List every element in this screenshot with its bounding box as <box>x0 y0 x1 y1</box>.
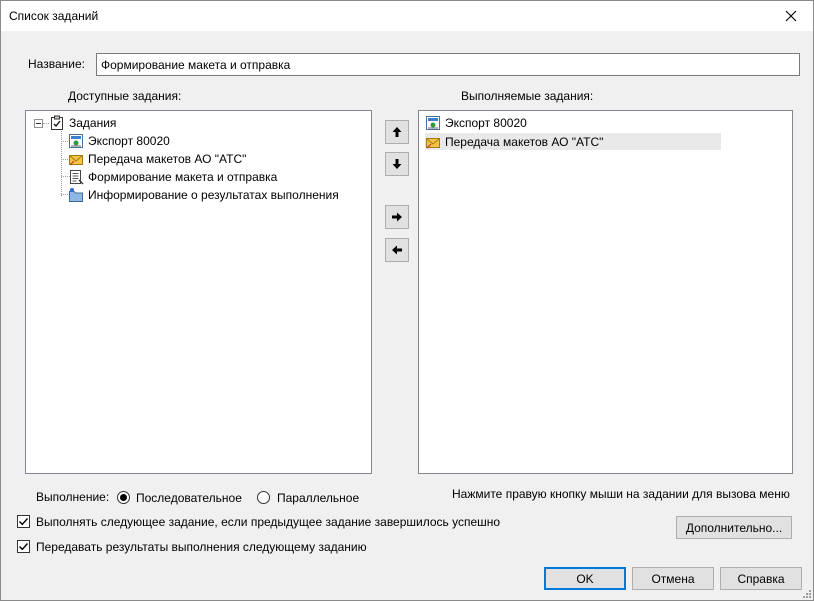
executed-tasks-label: Выполняемые задания: <box>461 89 594 103</box>
tree-item[interactable]: Формирование макета и отправка <box>68 168 279 185</box>
checklist-icon <box>51 115 63 130</box>
sequential-radio[interactable] <box>117 491 130 504</box>
pass-results-checkbox[interactable] <box>17 540 30 553</box>
tree-item[interactable]: Информирование о результатах выполнения <box>68 186 341 203</box>
tree-item[interactable]: Экспорт 80020 <box>68 132 172 149</box>
resize-grip-icon[interactable] <box>800 587 812 599</box>
move-down-button[interactable] <box>385 152 409 176</box>
tree-item-label: Формирование макета и отправка <box>88 169 278 184</box>
execution-label: Выполнение: <box>36 490 110 504</box>
ok-button[interactable]: OK <box>544 567 626 590</box>
parallel-radio[interactable] <box>257 491 270 504</box>
available-tasks-label: Доступные задания: <box>68 89 182 103</box>
name-label: Название: <box>28 57 85 71</box>
add-task-button[interactable] <box>385 205 409 229</box>
remove-task-button[interactable] <box>385 238 409 262</box>
cancel-button[interactable]: Отмена <box>632 567 714 590</box>
list-item-label: Передача макетов АО "АТС" <box>445 134 604 149</box>
minus-icon <box>36 123 41 124</box>
sequential-radio-label[interactable]: Последовательное <box>136 491 242 505</box>
tree-root-node[interactable]: Задания <box>49 114 118 131</box>
tree-line <box>61 129 62 196</box>
tree-collapse-toggle[interactable] <box>34 119 43 128</box>
tree-root-label: Задания <box>69 115 117 130</box>
tree-item-label: Информирование о результатах выполнения <box>88 187 339 202</box>
parallel-radio-label[interactable]: Параллельное <box>277 491 359 505</box>
checkmark-icon <box>19 543 29 551</box>
available-tasks-tree[interactable]: Задания Экспорт 80020 Передача макетов А… <box>25 110 372 474</box>
hint-text: Нажмите правую кнопку мыши на задании дл… <box>452 487 790 501</box>
move-up-button[interactable] <box>385 120 409 144</box>
name-input[interactable]: Формирование макета и отправка <box>96 53 800 76</box>
tree-item-label: Экспорт 80020 <box>88 133 170 148</box>
continue-on-success-checkbox[interactable] <box>17 515 30 528</box>
tree-item[interactable]: Передача макетов АО "АТС" <box>68 150 248 167</box>
list-item-label: Экспорт 80020 <box>445 115 527 130</box>
export-icon <box>69 133 83 148</box>
tree-item-label: Передача макетов АО "АТС" <box>88 151 247 166</box>
title-bar: Список заданий <box>0 0 814 32</box>
advanced-button[interactable]: Дополнительно... <box>676 516 792 539</box>
checkmark-icon <box>19 518 29 526</box>
arrow-down-icon <box>392 159 402 169</box>
envelope-icon <box>69 154 83 165</box>
close-icon <box>785 10 797 21</box>
continue-on-success-label[interactable]: Выполнять следующее задание, если предыд… <box>36 515 500 529</box>
help-button[interactable]: Справка <box>720 567 802 590</box>
executed-tasks-list[interactable]: Экспорт 80020 Передача макетов АО "АТС" <box>418 110 793 474</box>
arrow-right-icon <box>392 212 402 222</box>
arrow-up-icon <box>392 127 402 137</box>
arrow-left-icon <box>392 245 402 255</box>
envelope-icon <box>426 137 440 148</box>
export-icon <box>426 115 440 130</box>
list-item[interactable]: Экспорт 80020 <box>425 114 721 131</box>
pass-results-label[interactable]: Передавать результаты выполнения следующ… <box>36 540 367 554</box>
document-form-icon <box>70 169 84 184</box>
folder-info-icon <box>69 187 83 202</box>
window-title: Список заданий <box>9 9 99 23</box>
close-button[interactable] <box>768 0 814 31</box>
list-item-selected[interactable]: Передача макетов АО "АТС" <box>425 133 721 150</box>
